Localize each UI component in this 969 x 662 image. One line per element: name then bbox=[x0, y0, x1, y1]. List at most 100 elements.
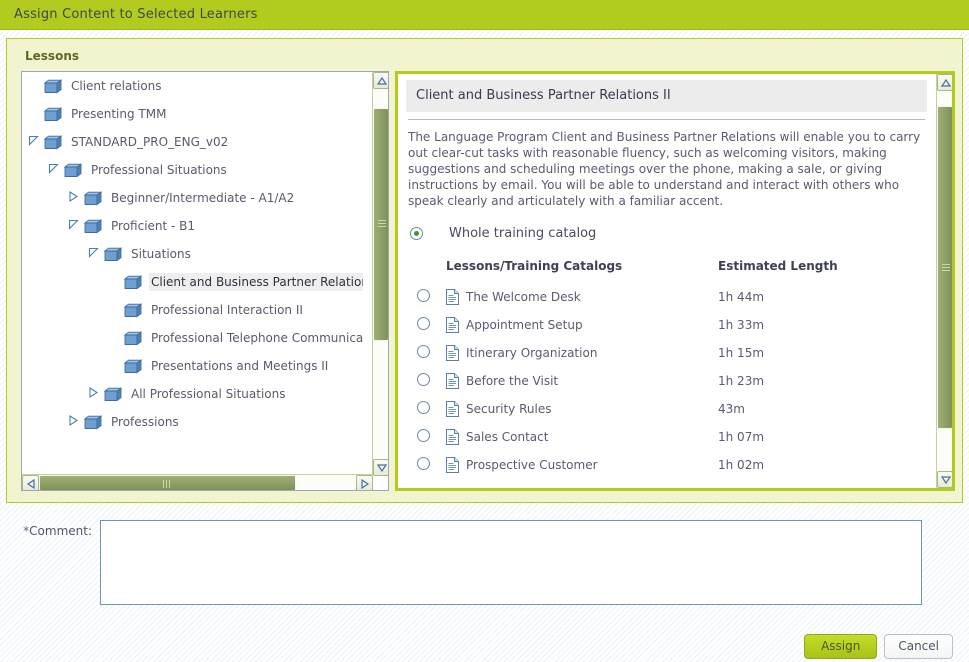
detail-vscroll-thumb[interactable] bbox=[937, 106, 952, 430]
tree-item[interactable]: Client and Business Partner Relations II bbox=[22, 268, 363, 296]
folder-icon bbox=[123, 302, 143, 318]
expand-triangle-icon[interactable] bbox=[68, 415, 82, 429]
folder-icon bbox=[123, 330, 143, 346]
tree-item-label: Presenting TMM bbox=[71, 107, 167, 121]
lesson-row[interactable]: Security Rules 43m bbox=[398, 395, 935, 423]
lesson-length: 1h 15m bbox=[718, 346, 765, 360]
assign-button[interactable]: Assign bbox=[804, 634, 878, 659]
tree-item-label: Professional Telephone Communication II bbox=[151, 331, 363, 345]
lessons-panel: Lessons Client relations Presenting TMM ST… bbox=[6, 38, 963, 503]
expand-triangle-icon[interactable] bbox=[88, 387, 102, 401]
tree-item[interactable]: STANDARD_PRO_ENG_v02 bbox=[22, 128, 363, 156]
collapse-triangle-icon[interactable] bbox=[68, 219, 82, 233]
tree-vscroll-thumb[interactable] bbox=[373, 107, 388, 341]
lesson-name-cell: Security Rules bbox=[446, 395, 718, 423]
lesson-name: Appointment Setup bbox=[466, 318, 583, 332]
lesson-length: 1h 23m bbox=[718, 374, 765, 388]
whole-catalog-radio[interactable] bbox=[410, 227, 423, 240]
page-title: Assign Content to Selected Learners bbox=[14, 7, 258, 22]
lesson-name: Sales Contact bbox=[466, 430, 549, 444]
whole-catalog-label: Whole training catalog bbox=[449, 226, 597, 241]
collapse-triangle-icon[interactable] bbox=[88, 247, 102, 261]
lesson-row[interactable]: Prospective Customer 1h 02m bbox=[398, 451, 935, 479]
lesson-row-select-cell[interactable] bbox=[398, 367, 446, 395]
detail-vertical-scrollbar[interactable] bbox=[936, 74, 952, 488]
tree-vscroll-thumb-grip bbox=[378, 220, 386, 229]
folder-icon bbox=[83, 190, 103, 206]
comment-row: *Comment: bbox=[0, 520, 969, 605]
tree-item[interactable]: Beginner/Intermediate - A1/A2 bbox=[22, 184, 363, 212]
lesson-name: Itinerary Organization bbox=[466, 346, 598, 360]
tree-item-label: Professional Situations bbox=[91, 163, 227, 177]
lesson-radio[interactable] bbox=[417, 429, 430, 442]
comment-input[interactable] bbox=[100, 520, 922, 605]
whole-catalog-option[interactable]: Whole training catalog bbox=[410, 226, 935, 241]
lesson-radio[interactable] bbox=[417, 345, 430, 358]
tree-item-label: Professions bbox=[111, 415, 179, 429]
column-header-select bbox=[398, 259, 446, 283]
lesson-row[interactable]: The Welcome Desk 1h 44m bbox=[398, 283, 935, 311]
folder-icon bbox=[83, 218, 103, 234]
tree-item[interactable]: All Professional Situations bbox=[22, 380, 363, 408]
lessons-table: Lessons/Training Catalogs Estimated Leng… bbox=[398, 259, 935, 479]
tree-horizontal-scrollbar[interactable] bbox=[22, 474, 373, 490]
tree-scroll-up-button[interactable] bbox=[373, 72, 388, 89]
folder-icon bbox=[103, 246, 123, 262]
lesson-radio[interactable] bbox=[417, 457, 430, 470]
tree-vertical-scrollbar[interactable] bbox=[372, 72, 388, 476]
lesson-row[interactable]: Sales Contact 1h 07m bbox=[398, 423, 935, 451]
detail-vscroll-track[interactable] bbox=[937, 91, 952, 471]
cancel-button[interactable]: Cancel bbox=[884, 634, 953, 659]
detail-scroll-down-button[interactable] bbox=[937, 471, 952, 488]
folder-icon bbox=[123, 358, 143, 374]
lesson-radio[interactable] bbox=[417, 373, 430, 386]
tree-item[interactable]: Presentations and Meetings II bbox=[22, 352, 363, 380]
detail-scroll-up-button[interactable] bbox=[937, 74, 952, 91]
lesson-row-select-cell[interactable] bbox=[398, 311, 446, 339]
collapse-triangle-icon[interactable] bbox=[28, 135, 42, 149]
tree-scroll-left-button[interactable] bbox=[22, 475, 39, 490]
tree-scroll-down-button[interactable] bbox=[373, 459, 388, 476]
lesson-row[interactable]: Appointment Setup 1h 33m bbox=[398, 311, 935, 339]
document-icon bbox=[446, 345, 459, 361]
lesson-row[interactable]: Before the Visit 1h 23m bbox=[398, 367, 935, 395]
lesson-row[interactable]: Itinerary Organization 1h 15m bbox=[398, 339, 935, 367]
lesson-radio[interactable] bbox=[417, 289, 430, 302]
tree-item[interactable]: Professional Telephone Communication II bbox=[22, 324, 363, 352]
lesson-length: 1h 33m bbox=[718, 318, 765, 332]
lesson-radio[interactable] bbox=[417, 401, 430, 414]
tree-item[interactable]: Proficient - B1 bbox=[22, 212, 363, 240]
document-icon bbox=[446, 373, 459, 389]
lesson-length: 1h 07m bbox=[718, 430, 765, 444]
collapse-triangle-icon[interactable] bbox=[48, 163, 62, 177]
tree-item[interactable]: Professions bbox=[22, 408, 363, 436]
lesson-row-select-cell[interactable] bbox=[398, 395, 446, 423]
tree-item[interactable]: Client relations bbox=[22, 72, 363, 100]
lesson-row-select-cell[interactable] bbox=[398, 283, 446, 311]
tree-item[interactable]: Situations bbox=[22, 240, 363, 268]
lesson-name-cell: The Welcome Desk bbox=[446, 283, 718, 311]
dialog-footer: Assign Cancel bbox=[804, 634, 953, 659]
tree-hscroll-thumb[interactable] bbox=[39, 475, 296, 490]
folder-icon bbox=[123, 274, 143, 290]
content-tree-viewport[interactable]: Client relations Presenting TMM STANDARD_P… bbox=[22, 72, 363, 468]
tree-item[interactable]: Professional Interaction II bbox=[22, 296, 363, 324]
tree-scroll-right-button[interactable] bbox=[356, 475, 373, 490]
column-header-name: Lessons/Training Catalogs bbox=[446, 259, 623, 273]
expand-triangle-icon[interactable] bbox=[68, 191, 82, 205]
lesson-row-select-cell[interactable] bbox=[398, 423, 446, 451]
tree-item[interactable]: Professional Situations bbox=[22, 156, 363, 184]
tree-item-label: Proficient - B1 bbox=[111, 219, 196, 233]
tree-item[interactable]: Presenting TMM bbox=[22, 100, 363, 128]
document-icon bbox=[446, 457, 459, 473]
lesson-row-select-cell[interactable] bbox=[398, 451, 446, 479]
lesson-row-select-cell[interactable] bbox=[398, 339, 446, 367]
tree-hscroll-thumb-grip bbox=[163, 480, 172, 488]
lesson-radio[interactable] bbox=[417, 317, 430, 330]
tree-item-label: STANDARD_PRO_ENG_v02 bbox=[71, 135, 229, 149]
tree-vscroll-track[interactable] bbox=[373, 89, 388, 459]
tree-hscroll-track[interactable] bbox=[39, 475, 356, 490]
lesson-length: 1h 02m bbox=[718, 458, 765, 472]
lessons-table-header-row: Lessons/Training Catalogs Estimated Leng… bbox=[398, 259, 935, 283]
content-tree-box: Client relations Presenting TMM STANDARD_P… bbox=[21, 71, 389, 491]
